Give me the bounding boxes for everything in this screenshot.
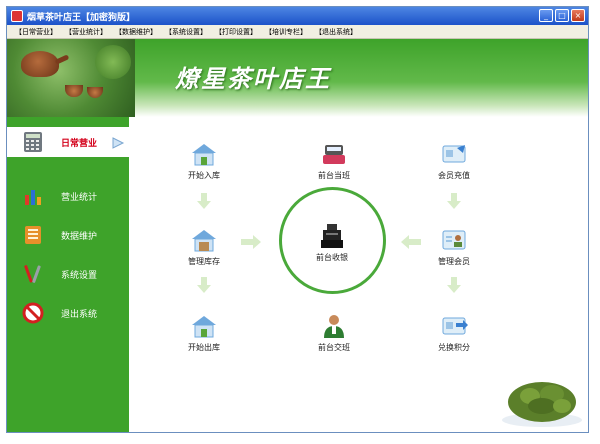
- member-card-icon: [442, 230, 466, 250]
- sidebar: 日常营业 营业统计 数据维护 系统设置 退出系统: [7, 117, 129, 432]
- brand-logo: 燎星茶叶店王: [175, 64, 331, 93]
- minimize-button[interactable]: _: [539, 9, 553, 22]
- front-cashier-label: 前台收银: [316, 253, 348, 262]
- card-points-icon: [442, 317, 468, 335]
- sidebar-item-daily-business[interactable]: 日常营业: [7, 127, 129, 157]
- arrow-down-icon: [447, 193, 461, 209]
- menu-training[interactable]: 【培训专栏】: [263, 27, 309, 37]
- bar-chart-icon: [21, 184, 45, 208]
- maximize-button[interactable]: □: [555, 9, 569, 22]
- tea-photo: [7, 39, 135, 117]
- stock-out-button[interactable]: 开始出库: [169, 313, 239, 353]
- menu-data-maintenance[interactable]: 【数据维护】: [113, 27, 159, 37]
- inventory-button[interactable]: 管理库存: [169, 227, 239, 267]
- front-handover-label: 前台交班: [318, 343, 350, 352]
- teacup-image: [87, 87, 103, 98]
- app-window: 烟草茶叶店王【加密狗版】 _ □ × 【日常营业】 【营业统计】 【数据维护】 …: [6, 6, 589, 433]
- sidebar-item-label: 数据维护: [61, 231, 98, 242]
- stock-in-button[interactable]: 开始入库: [169, 141, 239, 181]
- stock-out-label: 开始出库: [188, 343, 220, 352]
- sidebar-item-data-maintenance[interactable]: 数据维护: [7, 220, 129, 250]
- sidebar-item-label: 日常营业: [61, 138, 98, 149]
- sidebar-item-label: 系统设置: [61, 270, 98, 281]
- manage-members-button[interactable]: 管理会员: [419, 227, 489, 267]
- sidebar-item-label: 营业统计: [61, 192, 98, 203]
- front-on-duty-label: 前台当班: [318, 171, 350, 180]
- tea-leaves-image: [502, 382, 582, 427]
- menu-system-settings[interactable]: 【系统设置】: [163, 27, 209, 37]
- sidebar-item-exit[interactable]: 退出系统: [7, 298, 129, 328]
- stock-in-label: 开始入库: [188, 171, 220, 180]
- house-stock-icon: [192, 230, 216, 252]
- arrow-down-icon: [197, 193, 211, 209]
- sidebar-item-label: 退出系统: [61, 309, 98, 320]
- calculator-icon: [21, 130, 45, 154]
- main-panel: 开始入库 前台当班 会员充值 管理库存 前台收银 管理会员 开始出库 前台交班 …: [129, 117, 588, 432]
- menu-bar: 【日常营业】 【营业统计】 【数据维护】 【系统设置】 【打印设置】 【培训专栏…: [7, 25, 588, 39]
- cash-register-icon: [321, 224, 343, 248]
- menu-exit[interactable]: 【退出系统】: [313, 27, 359, 37]
- arrow-left-icon: [401, 235, 421, 249]
- card-recharge-icon: [442, 145, 466, 163]
- teapot-image: [21, 51, 59, 77]
- inventory-label: 管理库存: [188, 257, 220, 266]
- manage-members-label: 管理会员: [438, 257, 470, 266]
- tea-leaves-image: [95, 45, 131, 79]
- member-recharge-button[interactable]: 会员充值: [419, 141, 489, 181]
- redeem-points-button[interactable]: 兑换积分: [419, 313, 489, 353]
- teacup-image: [65, 85, 83, 97]
- sidebar-item-business-stats[interactable]: 营业统计: [7, 181, 129, 211]
- cashier-icon: [323, 145, 345, 164]
- teapot-spout: [54, 54, 70, 65]
- window-title: 烟草茶叶店王【加密狗版】: [27, 12, 136, 23]
- arrow-down-icon: [447, 277, 461, 293]
- menu-print-settings[interactable]: 【打印设置】: [213, 27, 259, 37]
- house-in-icon: [192, 144, 216, 166]
- arrow-right-icon: [241, 235, 261, 249]
- title-bar[interactable]: 烟草茶叶店王【加密狗版】 _ □ ×: [7, 7, 588, 25]
- redeem-points-label: 兑换积分: [438, 343, 470, 352]
- menu-daily-business[interactable]: 【日常营业】: [13, 27, 59, 37]
- front-on-duty-button[interactable]: 前台当班: [299, 141, 369, 181]
- arrow-down-icon: [197, 277, 211, 293]
- app-icon: [11, 10, 23, 22]
- house-out-icon: [192, 316, 216, 338]
- notebook-icon: [21, 223, 45, 247]
- front-handover-button[interactable]: 前台交班: [299, 313, 369, 353]
- staff-icon: [324, 315, 344, 338]
- arrow-right-icon: [111, 135, 125, 149]
- menu-business-stats[interactable]: 【营业统计】: [63, 27, 109, 37]
- tools-icon: [21, 262, 45, 286]
- no-entry-icon: [21, 301, 45, 325]
- sidebar-item-system-settings[interactable]: 系统设置: [7, 259, 129, 289]
- front-cashier-button[interactable]: 前台收银: [297, 223, 367, 263]
- header-banner: 燎星茶叶店王: [7, 39, 588, 117]
- close-button[interactable]: ×: [571, 9, 585, 22]
- member-recharge-label: 会员充值: [438, 171, 470, 180]
